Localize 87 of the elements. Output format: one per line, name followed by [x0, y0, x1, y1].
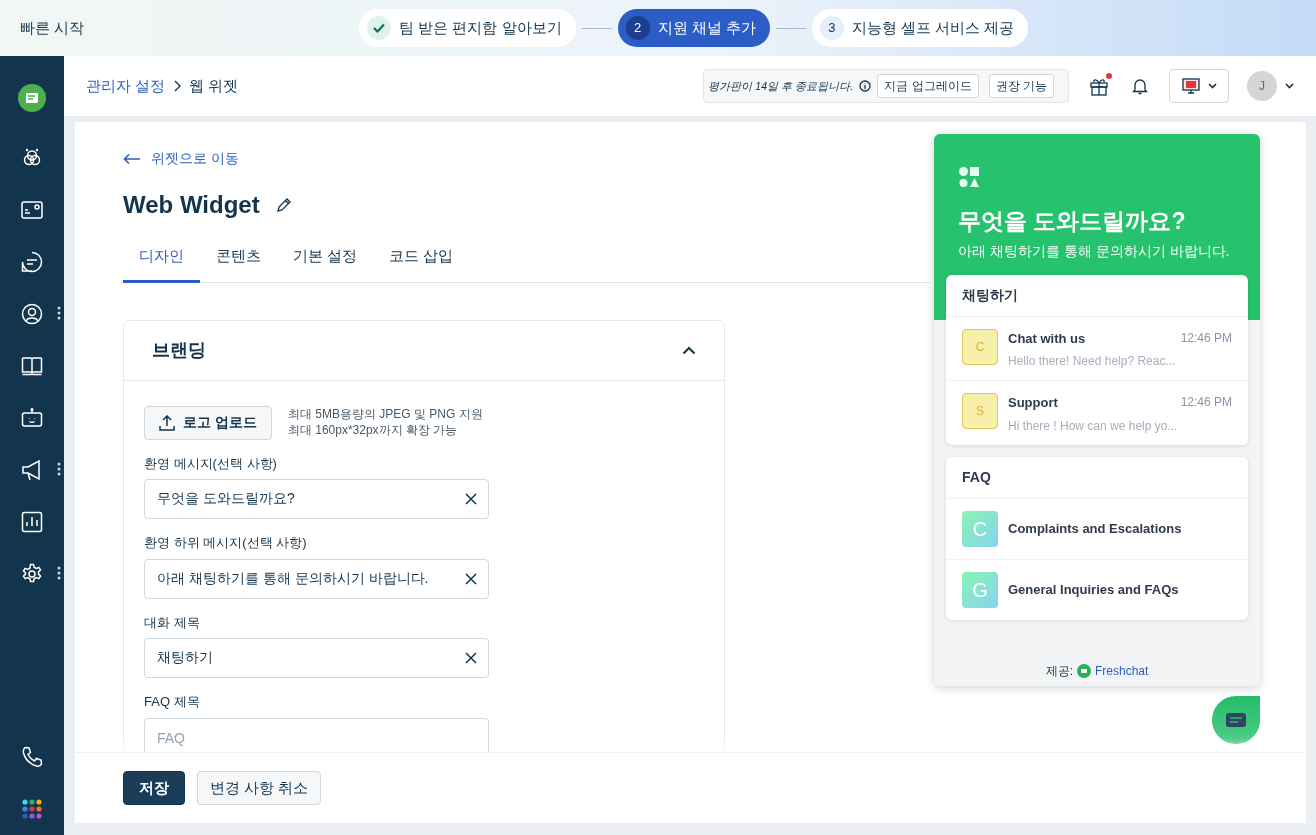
brand-link[interactable]: Freshchat	[1095, 661, 1149, 680]
shapes-icon	[958, 166, 980, 188]
widget-subheading: 아래 채팅하기를 통해 문의하시기 바랍니다.	[958, 241, 1231, 261]
report-icon[interactable]	[21, 511, 43, 533]
powered-by-label: 제공:	[1045, 662, 1073, 680]
conversation-preview: Hello there! Need help? Reac...	[1008, 353, 1177, 370]
quick-start-step[interactable]: 팀 받은 편지함 알아보기	[359, 9, 576, 47]
card-title: 채팅하기	[946, 274, 1248, 317]
field-label: 환영 메시지(선택 사항)	[144, 454, 278, 473]
field-label: 환영 하위 메시지(선택 사항)	[144, 534, 308, 553]
breadcrumb-link[interactable]: 관리자 설정	[86, 74, 166, 98]
screen-dropdown[interactable]	[1169, 69, 1229, 103]
input-field[interactable]: 아래 채팅하기를 통해 문의하시기 바랍니다.	[144, 558, 489, 599]
avatar: S	[962, 393, 998, 429]
field-label: FAQ 제목	[144, 693, 201, 712]
upload-icon	[159, 414, 175, 431]
save-button[interactable]: 저장	[123, 770, 185, 806]
chevron-right-icon	[173, 80, 182, 92]
faq-item[interactable]: C Complaints and Escalations	[946, 498, 1248, 559]
faq-item[interactable]: G General Inquiries and FAQs	[946, 558, 1248, 620]
input-field[interactable]: FAQ	[144, 717, 489, 752]
quick-start-step[interactable]: 3 지능형 셀프 서비스 제공	[811, 9, 1029, 47]
more-icon[interactable]	[57, 462, 61, 476]
input-field[interactable]: 무엇을 도와드릴까요?	[144, 479, 489, 520]
upload-hint: 최대 160px*32px까지 확장 가능	[287, 421, 459, 438]
tab[interactable]: 디자인	[123, 245, 200, 283]
conversation-preview: Hi there ! How can we help yo...	[1008, 417, 1179, 435]
card-title: FAQ	[946, 456, 1248, 499]
settings-icon[interactable]	[21, 563, 43, 585]
close-icon[interactable]	[465, 572, 477, 585]
faq-title: General Inquiries and FAQs	[1008, 580, 1179, 599]
chat-icon[interactable]	[21, 251, 43, 273]
contact-icon[interactable]	[21, 303, 43, 325]
close-icon[interactable]	[465, 652, 477, 665]
conversation-name: Support	[1008, 394, 1058, 412]
tab[interactable]: 기본 설정	[277, 245, 374, 283]
pencil-icon[interactable]	[275, 196, 292, 213]
more-icon[interactable]	[57, 566, 61, 580]
trial-button[interactable]: 권장 기능	[988, 74, 1054, 98]
cancel-button[interactable]: 변경 사항 취소	[197, 770, 322, 806]
profile-menu[interactable]: J	[1247, 71, 1294, 101]
quick-start-step[interactable]: 2 지원 채널 추가	[617, 9, 770, 47]
chat-icon	[1226, 712, 1246, 727]
apps-icon[interactable]	[22, 799, 42, 819]
conversation-item[interactable]: S Support 12:46 PM Hi there ! How can we help yo...	[946, 380, 1248, 445]
caret-icon	[1285, 83, 1294, 89]
tab[interactable]: 콘텐츠	[200, 245, 277, 283]
chevron-up-icon[interactable]	[682, 345, 696, 355]
section-title: 브랜딩	[152, 338, 206, 362]
quick-start-title: 빠른 시작	[20, 17, 85, 38]
chat-launcher-button[interactable]	[1212, 695, 1260, 744]
avatar: C	[962, 510, 998, 547]
upload-hint: 최대 5MB용량의 JPEG 및 PNG 지원	[287, 405, 483, 422]
conversation-time: 12:46 PM	[1180, 394, 1232, 411]
back-link[interactable]: 위젯으로 이동	[123, 148, 239, 169]
bot-icon[interactable]	[21, 407, 43, 429]
conversation-item[interactable]: C Chat with us 12:46 PM Hello there! Need help? Reac...	[946, 316, 1248, 380]
field-label: 대화 제목	[144, 613, 201, 632]
info-icon	[859, 80, 872, 92]
widget-heading: 무엇을 도와드릴까요?	[958, 207, 1187, 236]
breadcrumb-current: 웹 위젯	[189, 75, 239, 96]
chat-logo-icon	[1077, 663, 1091, 678]
tab[interactable]: 코드 삽입	[373, 245, 470, 283]
input-field[interactable]: 채팅하기	[144, 638, 489, 679]
faq-title: Complaints and Escalations	[1008, 519, 1182, 538]
chat-logo-icon[interactable]	[17, 83, 47, 113]
trial-button[interactable]: 지금 업그레이드	[877, 74, 979, 98]
page-title: Web Widget	[123, 190, 260, 220]
avatar: G	[962, 571, 998, 608]
gift-icon[interactable]	[1089, 76, 1109, 96]
upload-button[interactable]: 로고 업로드	[144, 405, 272, 440]
more-icon[interactable]	[57, 306, 61, 320]
avatar: C	[962, 328, 998, 365]
bell-icon[interactable]	[1131, 77, 1149, 95]
phone-icon[interactable]	[21, 746, 43, 768]
caret-icon	[1207, 83, 1217, 89]
arrow-left-icon	[123, 152, 141, 165]
megaphone-icon[interactable]	[21, 459, 43, 481]
trial-notice: 평가판이 14일 후 종료됩니다.	[707, 78, 854, 94]
conversation-name: Chat with us	[1008, 329, 1086, 348]
conversation-time: 12:46 PM	[1180, 329, 1232, 347]
inbox-icon[interactable]	[21, 199, 43, 221]
check-icon	[373, 23, 385, 33]
close-icon[interactable]	[465, 493, 477, 506]
monitor-icon	[1181, 78, 1200, 94]
avatar: J	[1247, 71, 1277, 101]
book-icon[interactable]	[21, 355, 43, 377]
